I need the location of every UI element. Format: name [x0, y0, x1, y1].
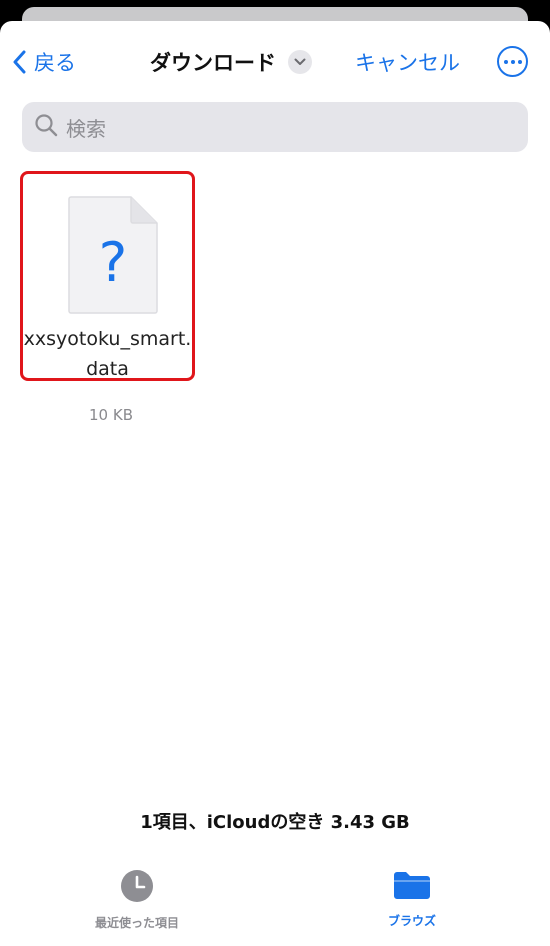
search-field[interactable]: 検索	[22, 102, 528, 152]
chevron-left-icon	[12, 50, 26, 74]
file-item[interactable]: ? xxsyotoku_smart.data	[20, 171, 195, 381]
file-size: 10 KB	[89, 406, 133, 424]
cancel-button[interactable]: キャンセル	[355, 45, 460, 79]
file-name: xxsyotoku_smart.data	[23, 328, 192, 380]
navigation-bar: 戻る ダウンロード キャンセル	[0, 21, 550, 101]
folder-icon	[392, 869, 432, 905]
more-options-button[interactable]	[497, 46, 528, 77]
page-title: ダウンロード	[150, 51, 276, 75]
unknown-file-icon: ?	[67, 195, 159, 319]
search-icon	[34, 113, 58, 141]
back-button[interactable]: 戻る	[12, 45, 76, 79]
back-label: 戻る	[34, 51, 76, 75]
tab-recent[interactable]: 最近使った項目	[57, 869, 217, 930]
chevron-down-icon[interactable]	[288, 50, 312, 74]
storage-status: 1項目、iCloudの空き 3.43 GB	[140, 812, 410, 833]
title-group: ダウンロード	[150, 45, 312, 79]
tab-recent-label: 最近使った項目	[94, 916, 179, 930]
more-dot	[517, 59, 522, 64]
clock-icon	[120, 869, 154, 907]
more-dot	[510, 59, 515, 64]
files-picker-sheet: 戻る ダウンロード キャンセル 検索 ? xxsyotoku_smart.dat…	[0, 21, 550, 946]
search-placeholder: 検索	[66, 116, 106, 141]
tab-browse-label: ブラウズ	[387, 914, 436, 928]
file-icon-glyph: ?	[99, 231, 128, 294]
more-dot	[503, 59, 508, 64]
tab-browse[interactable]: ブラウズ	[332, 869, 492, 929]
